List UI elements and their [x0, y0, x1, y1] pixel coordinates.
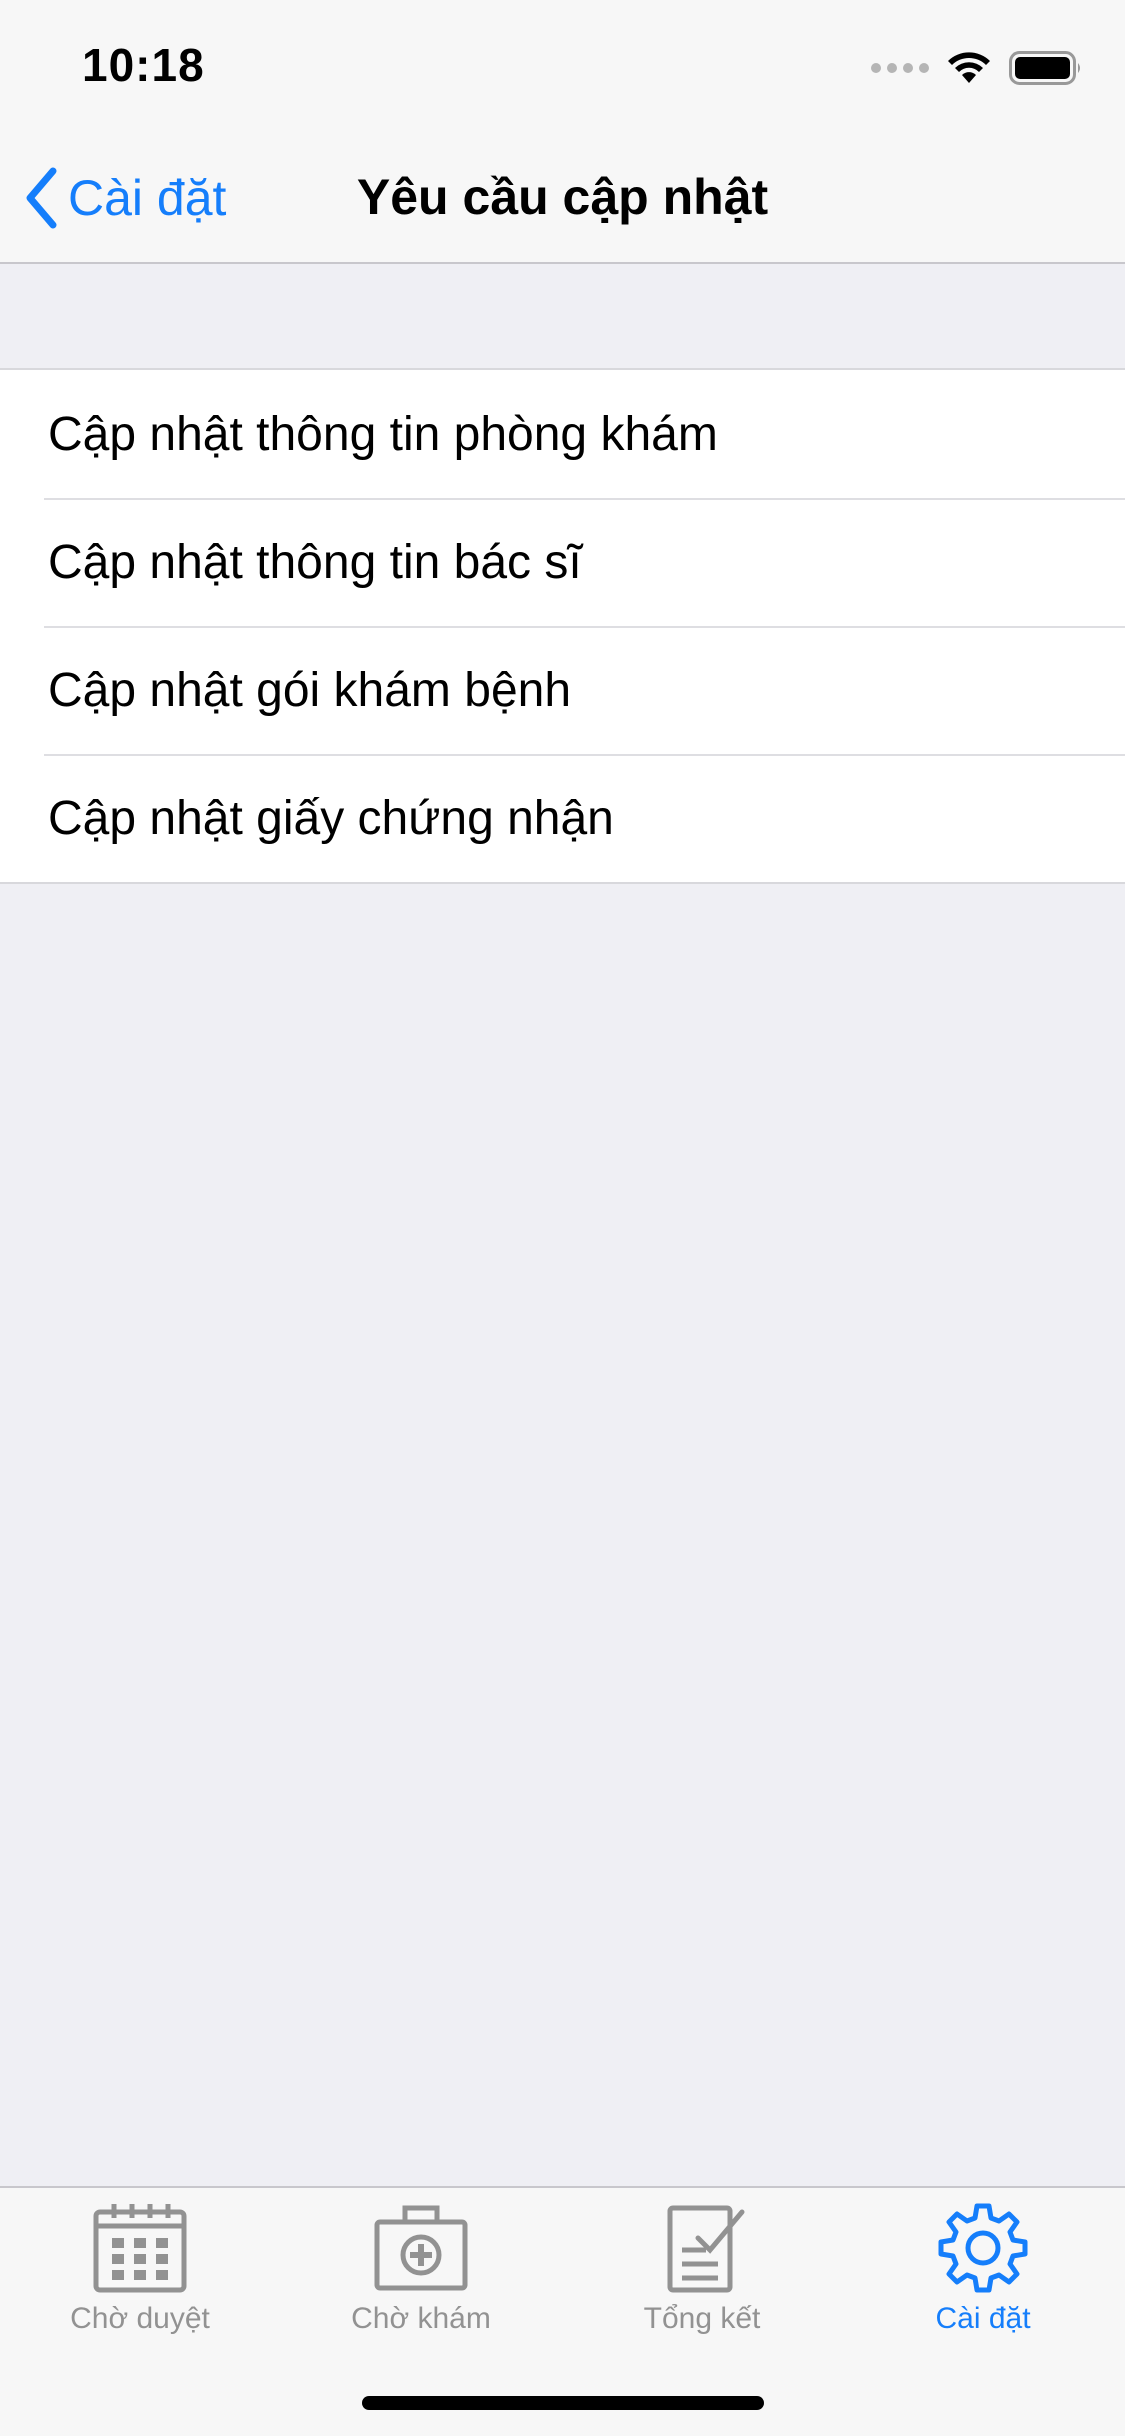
- wifi-icon: [948, 52, 990, 83]
- list-item-update-certificate[interactable]: Cập nhật giấy chứng nhận: [0, 754, 1125, 882]
- battery-icon: [1009, 51, 1080, 85]
- status-icons: [871, 48, 1083, 88]
- tab-label: Chờ duyệt: [70, 2302, 210, 2335]
- home-indicator[interactable]: [362, 2396, 764, 2410]
- tab-cho-kham[interactable]: Chờ khám: [281, 2202, 561, 2352]
- status-bar: 10:18: [0, 0, 1125, 132]
- update-request-list: Cập nhật thông tin phòng khám Cập nhật t…: [0, 368, 1125, 884]
- calendar-icon: [93, 2204, 187, 2293]
- tab-cho-duyet[interactable]: Chờ duyệt: [0, 2202, 280, 2352]
- list-item-label: Cập nhật gói khám bệnh: [48, 663, 572, 717]
- signal-icon: [871, 63, 929, 73]
- tab-label: Tổng kết: [643, 2302, 761, 2335]
- tab-label: Cài đặt: [935, 2302, 1031, 2335]
- list-item-label: Cập nhật thông tin bác sĩ: [48, 535, 582, 589]
- medical-kit-icon: [374, 2205, 468, 2291]
- tab-tong-ket[interactable]: Tổng kết: [562, 2202, 842, 2352]
- list-item-update-clinic-info[interactable]: Cập nhật thông tin phòng khám: [0, 370, 1125, 498]
- tab-label: Chờ khám: [351, 2302, 491, 2335]
- list-item-update-doctor-info[interactable]: Cập nhật thông tin bác sĩ: [0, 498, 1125, 626]
- list-item-label: Cập nhật thông tin phòng khám: [48, 407, 718, 461]
- gear-icon: [938, 2203, 1028, 2293]
- list-item-update-exam-package[interactable]: Cập nhật gói khám bệnh: [0, 626, 1125, 754]
- page-title: Yêu cầu cập nhật: [356, 169, 769, 225]
- checklist-icon: [667, 2205, 745, 2293]
- navigation-bar: Cài đặt Yêu cầu cập nhật: [0, 132, 1125, 264]
- status-time: 10:18: [82, 39, 205, 91]
- tab-cai-dat[interactable]: Cài đặt: [843, 2202, 1123, 2352]
- list-item-label: Cập nhật giấy chứng nhận: [48, 791, 614, 845]
